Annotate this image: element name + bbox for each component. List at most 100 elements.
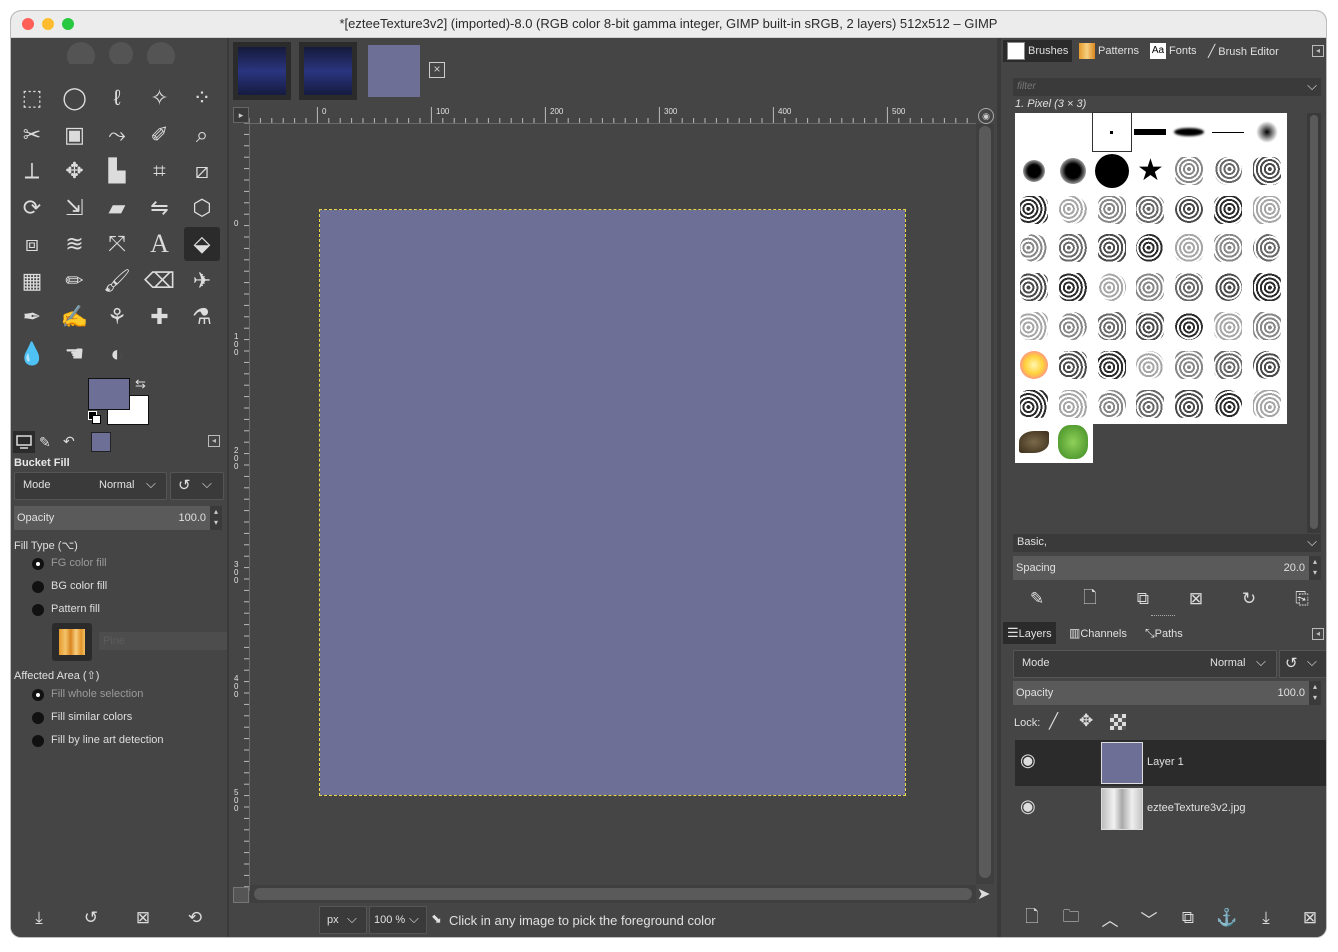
brush-preview[interactable] xyxy=(1170,113,1208,151)
refresh-brushes-icon[interactable]: ↻ xyxy=(1236,587,1262,611)
ruler-corner[interactable]: ▸ xyxy=(233,107,249,123)
brush-preview[interactable] xyxy=(1091,112,1132,152)
quick-mask-toggle[interactable] xyxy=(233,887,249,903)
brush-preview[interactable] xyxy=(1248,268,1286,306)
brush-preview[interactable] xyxy=(1054,191,1092,229)
close-image-tab-icon[interactable]: × xyxy=(429,62,445,78)
layer-row[interactable]: ◉ Layer 1 xyxy=(1015,740,1326,786)
brushes-grid[interactable]: ★ xyxy=(1015,112,1287,463)
brush-preview[interactable] xyxy=(1170,152,1208,190)
text-tool-icon[interactable]: A xyxy=(142,227,178,261)
mode-dropdown[interactable]: Mode Normal ⌵ xyxy=(14,472,167,500)
brush-preview[interactable] xyxy=(1209,268,1247,306)
clone-tool-icon[interactable]: ⚘ xyxy=(99,300,135,334)
spacing-slider[interactable]: Spacing 20.0 xyxy=(1013,556,1309,580)
canvas-viewport[interactable] xyxy=(250,124,974,884)
brush-preview[interactable] xyxy=(1054,113,1092,151)
brush-preview[interactable] xyxy=(1170,191,1208,229)
heal-tool-icon[interactable]: ✚ xyxy=(142,300,178,334)
brush-preview[interactable] xyxy=(1248,307,1286,345)
brush-preview[interactable] xyxy=(1248,346,1286,384)
horizontal-scrollbar[interactable] xyxy=(250,885,976,903)
tab-brushes[interactable]: Brushes xyxy=(1003,40,1073,62)
brush-preview[interactable] xyxy=(1054,307,1092,345)
brush-preview[interactable] xyxy=(1015,268,1053,306)
layer-mode-reset-dropdown[interactable]: ↺ ⌵ xyxy=(1279,650,1326,678)
scale-tool-icon[interactable]: ⇲ xyxy=(57,191,93,225)
brush-preview[interactable] xyxy=(1209,307,1247,345)
lower-layer-icon[interactable]: ﹀ xyxy=(1136,906,1162,930)
lock-alpha-icon[interactable] xyxy=(1110,714,1126,730)
brush-preview[interactable] xyxy=(1054,268,1092,306)
tab-fonts[interactable]: Aa Fonts xyxy=(1146,40,1201,62)
new-layer-group-icon[interactable]: 🗀 xyxy=(1058,906,1084,930)
brush-preview[interactable] xyxy=(1054,152,1092,190)
eye-icon[interactable]: ◉ xyxy=(1020,750,1036,771)
measure-tool-icon[interactable]: ⟂ xyxy=(14,154,50,188)
brush-preview[interactable] xyxy=(1209,229,1247,267)
layer-mode-dropdown[interactable]: Mode Normal ⌵ xyxy=(1013,650,1277,678)
perspective-clone-tool-icon[interactable]: ⚗ xyxy=(184,300,220,334)
undo-history-tab-icon[interactable]: ↶ xyxy=(63,433,75,450)
align-tool-icon[interactable]: ▙ xyxy=(99,154,135,188)
brush-preview[interactable] xyxy=(1248,191,1286,229)
default-colors-icon[interactable] xyxy=(88,411,101,424)
brush-preview[interactable] xyxy=(1170,229,1208,267)
brush-preview[interactable] xyxy=(1248,152,1286,190)
raise-layer-icon[interactable]: ︿ xyxy=(1097,906,1123,930)
fill-similar-colors-radio[interactable] xyxy=(32,712,44,724)
rect-select-tool-icon[interactable]: ⬚ xyxy=(14,81,50,115)
pattern-fill-radio[interactable] xyxy=(32,604,44,616)
warp-transform-tool-icon[interactable]: ≋ xyxy=(57,227,93,261)
fill-by-line-art-radio[interactable] xyxy=(32,735,44,747)
maximize-window-button[interactable] xyxy=(62,18,74,30)
new-brush-icon[interactable]: 🗋 xyxy=(1077,587,1103,611)
device-status-tab-icon[interactable]: ✎ xyxy=(39,434,51,451)
unit-dropdown[interactable]: px ⌵ xyxy=(319,906,367,934)
cage-transform-tool-icon[interactable]: ⧈ xyxy=(14,227,50,261)
brush-preview[interactable] xyxy=(1093,307,1131,345)
rotate-tool-icon[interactable]: ⟳ xyxy=(14,191,50,225)
restore-tool-preset-icon[interactable]: ↺ xyxy=(78,906,104,930)
brush-preview[interactable] xyxy=(1054,229,1092,267)
brush-preview[interactable] xyxy=(1170,385,1208,423)
fg-color-fill-radio[interactable] xyxy=(32,558,44,570)
eye-icon[interactable]: ◉ xyxy=(1020,796,1036,817)
paths-tool-icon[interactable]: ⤳ xyxy=(99,118,135,152)
fuzzy-select-tool-icon[interactable]: ✧ xyxy=(142,81,178,115)
panel-divider[interactable] xyxy=(227,38,229,937)
brush-preview[interactable] xyxy=(1209,385,1247,423)
edit-brush-icon[interactable]: ✎ xyxy=(1024,587,1050,611)
foreground-select-tool-icon[interactable]: ▣ xyxy=(57,118,93,152)
unified-transform-tool-icon[interactable]: ⧄ xyxy=(184,154,220,188)
images-tab-icon[interactable] xyxy=(91,432,111,452)
brush-preview[interactable] xyxy=(1209,191,1247,229)
configure-tab-icon[interactable]: ◂ xyxy=(1312,45,1324,57)
brush-preview[interactable] xyxy=(1131,229,1169,267)
smudge-tool-icon[interactable]: ☚ xyxy=(57,337,93,371)
eraser-tool-icon[interactable]: ⌫ xyxy=(142,264,178,298)
brush-preview[interactable] xyxy=(1054,423,1092,461)
brush-preview[interactable] xyxy=(1015,152,1053,190)
tab-patterns[interactable]: Patterns xyxy=(1075,40,1143,62)
brush-preview[interactable] xyxy=(1093,229,1131,267)
merge-layer-icon[interactable]: ⤓ xyxy=(1253,906,1279,930)
brush-preview[interactable] xyxy=(1248,113,1286,151)
brush-preview[interactable] xyxy=(1093,152,1131,190)
minimize-window-button[interactable] xyxy=(42,18,54,30)
brush-preview[interactable] xyxy=(1209,113,1247,151)
image-tab-3-active[interactable] xyxy=(365,42,423,100)
brush-preview[interactable] xyxy=(1093,191,1131,229)
vertical-scrollbar[interactable] xyxy=(976,124,994,884)
image-tab-2[interactable] xyxy=(299,42,357,100)
brush-preview[interactable] xyxy=(1015,113,1053,151)
brush-preview[interactable] xyxy=(1131,113,1169,151)
brush-preview[interactable] xyxy=(1093,268,1131,306)
free-select-tool-icon[interactable]: ℓ xyxy=(99,81,135,115)
brush-filter-input[interactable]: filter ⌵ xyxy=(1013,78,1321,96)
navigate-icon[interactable]: ➤ xyxy=(977,884,990,904)
opacity-slider[interactable]: Opacity 100.0 xyxy=(14,506,210,530)
spacing-spinner[interactable]: ▴ ▾ xyxy=(1309,556,1321,580)
duplicate-brush-icon[interactable]: ⧉ xyxy=(1130,587,1156,611)
layer-row[interactable]: ◉ ezteeTexture3v2.jpg xyxy=(1015,786,1326,832)
